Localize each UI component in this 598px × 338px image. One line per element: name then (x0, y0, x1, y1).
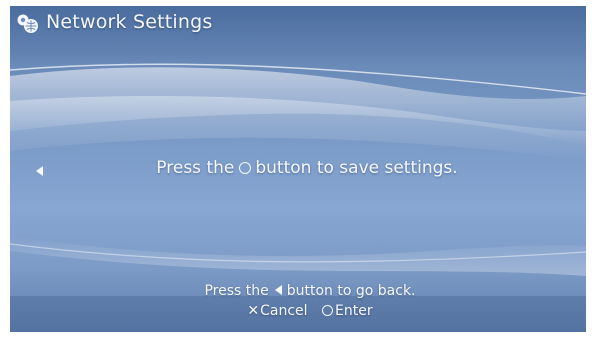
psp-screen-frame: Network Settings Press the button to save… (0, 0, 598, 338)
back-hint-after: button to go back. (286, 283, 416, 299)
circle-button-icon (239, 162, 252, 174)
network-settings-screen: Network Settings Press the button to save… (10, 6, 586, 332)
message-text-before: Press the (156, 158, 235, 178)
enter-button[interactable]: Enter (322, 303, 373, 319)
message-text-after: button to save settings. (255, 158, 458, 178)
left-dpad-icon (274, 285, 282, 295)
circle-button-icon (322, 305, 334, 316)
page-title: Network Settings (46, 11, 213, 33)
cancel-label: Cancel (260, 303, 308, 319)
control-hints: ✕Cancel Enter (10, 303, 586, 319)
enter-label: Enter (335, 303, 373, 319)
cross-button-icon: ✕ (247, 303, 260, 319)
save-settings-message: Press the button to save settings. (10, 158, 586, 178)
network-settings-icon (17, 14, 38, 33)
back-hint-before: Press the (204, 283, 269, 299)
title-bar: Network Settings (10, 6, 586, 42)
cancel-button[interactable]: ✕Cancel (247, 303, 307, 319)
go-back-hint: Press the button to go back. (10, 283, 586, 299)
